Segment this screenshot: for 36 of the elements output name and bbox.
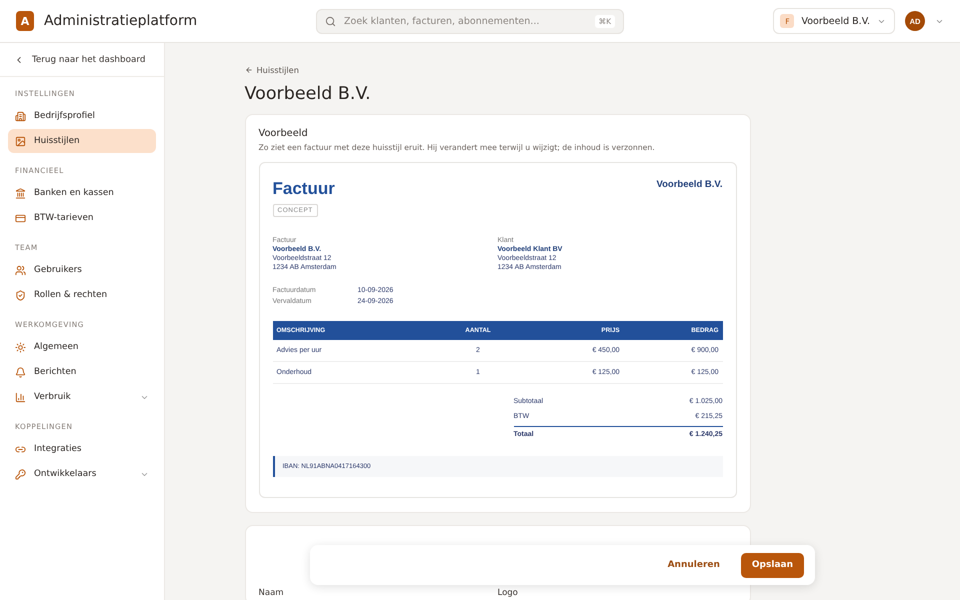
sidebar-item[interactable]: Huisstijlen	[8, 129, 156, 153]
search-field[interactable]: Zoek klanten, facturen, abonnementen...	[342, 14, 589, 28]
bank-icon	[15, 188, 26, 198]
sidebar-item[interactable]: Verbruik	[8, 385, 156, 409]
save-button[interactable]: Opslaan	[740, 552, 804, 578]
search-icon	[325, 16, 336, 26]
sidebar-item[interactable]: Rollen & rechten	[8, 283, 156, 307]
invoice-heading: Factuur	[272, 179, 335, 199]
bar-chart-icon	[15, 392, 26, 402]
sidebar-item[interactable]: Ontwikkelaars	[8, 462, 156, 486]
breadcrumb-link[interactable]: Huisstijlen	[244, 65, 299, 75]
sun-icon	[15, 342, 26, 352]
bell-icon	[15, 366, 26, 378]
sidebar-item[interactable]: Gebruikers	[8, 258, 156, 282]
field-label: Logo	[498, 588, 518, 598]
card-title: Voorbeeld	[258, 128, 309, 139]
app-name: Administratieplatform	[44, 13, 198, 29]
sidebar-item[interactable]: Integraties	[8, 437, 156, 461]
cancel-button[interactable]: Annuleren	[656, 552, 731, 578]
app-logo: A	[16, 11, 34, 31]
sidebar-item[interactable]: BTW-tarieven	[8, 206, 156, 230]
sidebar-item[interactable]: Banken en kassen	[8, 181, 156, 205]
arrow-left-icon	[244, 66, 252, 74]
back-link[interactable]: Terug naar het dashboard	[0, 43, 164, 77]
users-icon	[15, 264, 26, 276]
field-label: Naam	[258, 588, 284, 598]
page-title: Voorbeeld B.V.	[244, 84, 372, 104]
key-icon	[15, 468, 26, 480]
sidebar-item[interactable]: Algemeen	[8, 335, 156, 359]
sidebar-item[interactable]: Bedrijfsprofiel	[8, 104, 156, 128]
company-name: Voorbeeld B.V.	[656, 179, 722, 190]
building-icon	[15, 110, 26, 122]
image-icon	[15, 136, 26, 146]
sidebar-item[interactable]: Berichten	[8, 360, 156, 384]
shield-icon	[15, 290, 26, 300]
card-icon	[15, 212, 26, 224]
